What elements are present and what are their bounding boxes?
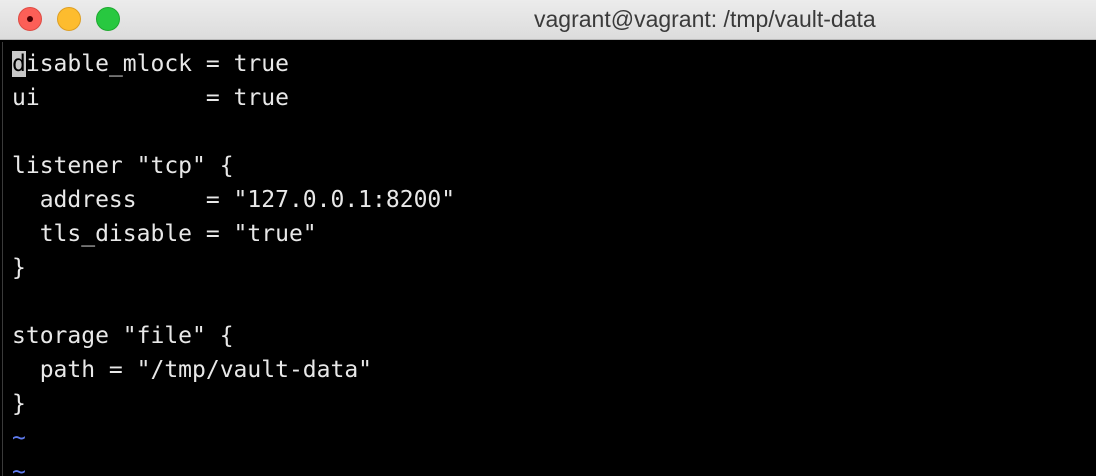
terminal-content[interactable]: disable_mlock = true ui = true listener … — [0, 42, 1096, 476]
terminal-window: vagrant@vagrant: /tmp/vault-data disable… — [0, 0, 1096, 476]
editor-line-4: listener "tcp" { — [12, 153, 234, 179]
editor-line-1: disable_mlock = true — [12, 47, 455, 81]
close-dot-icon — [27, 16, 33, 22]
left-border — [2, 42, 3, 476]
editor-line-11: } — [12, 391, 26, 417]
editor-line-9: storage "file" { — [12, 323, 234, 349]
editor-line-text: isable_mlock = true — [25, 51, 289, 77]
editor-line-3 — [12, 115, 455, 149]
window-title: vagrant@vagrant: /tmp/vault-data — [534, 6, 876, 32]
editor-lines[interactable]: disable_mlock = true ui = true listener … — [12, 47, 455, 476]
editor-line-7: } — [12, 255, 26, 281]
editor-line-2: ui = true — [12, 85, 289, 111]
editor-line-5: address = "127.0.0.1:8200" — [12, 187, 456, 213]
editor-line-6: tls_disable = "true" — [12, 221, 317, 247]
editor-line-8 — [12, 285, 455, 319]
empty-line-marker: ~ — [12, 425, 26, 451]
text-cursor: d — [12, 51, 26, 77]
editor-line-10: path = "/tmp/vault-data" — [12, 357, 373, 383]
minimize-button[interactable] — [57, 7, 81, 31]
close-button[interactable] — [18, 7, 42, 31]
zoom-button[interactable] — [96, 7, 120, 31]
empty-line-marker: ~ — [12, 459, 26, 476]
title-bar[interactable]: vagrant@vagrant: /tmp/vault-data — [0, 0, 1096, 40]
